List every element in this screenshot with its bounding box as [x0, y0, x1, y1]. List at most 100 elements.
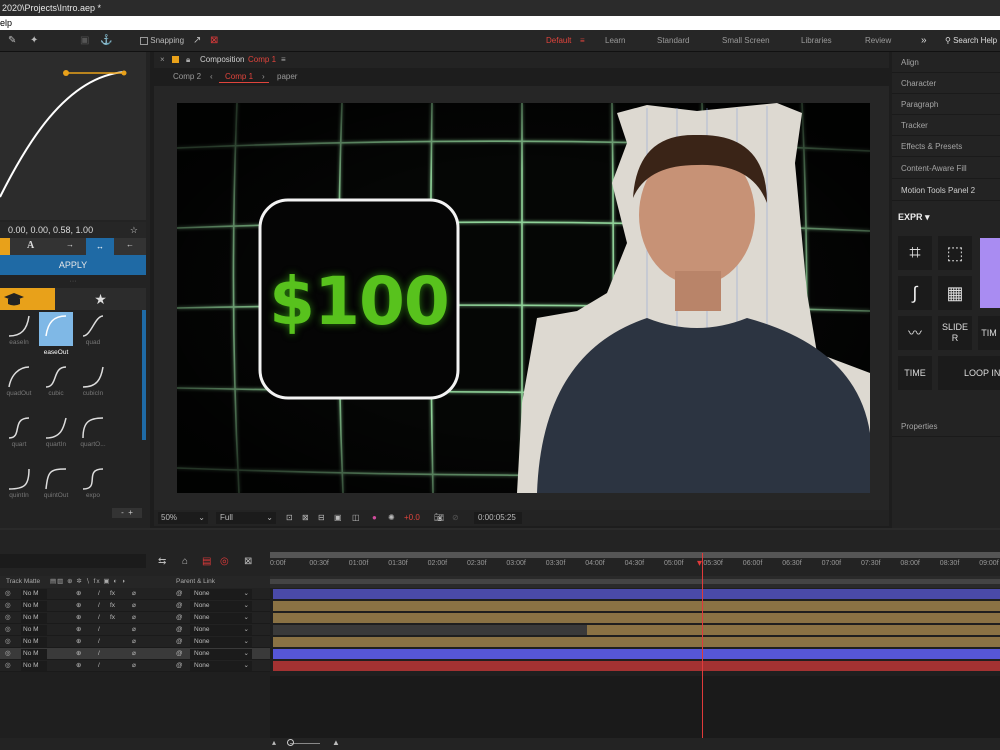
workspace-learn[interactable]: Learn — [605, 30, 625, 52]
zoom-dropdown[interactable]: 50% ⌄ — [158, 512, 208, 524]
brush-tool-icon[interactable]: ⚓ — [100, 34, 112, 48]
composition-canvas[interactable]: $100 — [177, 103, 870, 493]
quality-icon[interactable]: / — [98, 588, 100, 600]
zoom-slider-handle[interactable] — [287, 739, 294, 746]
layer-row[interactable]: ◎ No M ⊕ / ⌀ @ None ⌄ — [0, 648, 270, 660]
breadcrumb-paper[interactable]: paper — [277, 68, 297, 86]
close-icon[interactable]: × — [160, 52, 165, 68]
layer-switch-icon[interactable]: ⊕ — [76, 660, 81, 672]
breadcrumb-comp-2[interactable]: Comp 2 — [173, 68, 201, 86]
wiggle-button[interactable]: 〰 — [898, 316, 932, 350]
timecode-display[interactable]: 0:00:05:25 — [474, 512, 522, 524]
easing-preset-cubic[interactable]: cubic — [39, 363, 73, 411]
apply-button[interactable]: APPLY — [0, 255, 146, 275]
snapping-checkbox[interactable] — [140, 36, 148, 45]
shy-layers-icon[interactable]: ⌂ — [182, 556, 188, 567]
tab-favorites[interactable]: ★ — [55, 288, 146, 310]
snap-grid-icon[interactable]: ⊠ — [210, 34, 218, 48]
motion-blur-icon[interactable]: ◎ — [220, 556, 229, 567]
workspace-small-screen[interactable]: Small Screen — [722, 30, 770, 52]
parent-dropdown[interactable]: None ⌄ — [190, 625, 252, 635]
parent-dropdown[interactable]: None ⌄ — [190, 661, 252, 671]
fx-icon[interactable]: fx — [110, 612, 115, 624]
resolution-dropdown[interactable]: Full ⌄ — [216, 512, 276, 524]
motion-blur-switch-icon[interactable]: ⌀ — [132, 600, 136, 612]
easing-preset-easeout[interactable]: easeOut — [39, 312, 73, 356]
visibility-icon[interactable]: ◎ — [5, 612, 11, 624]
easing-preset-quart[interactable]: quart — [2, 414, 36, 462]
easing-preset-quintout[interactable]: quintOut — [39, 465, 73, 513]
layer-switch-icon[interactable]: ⊕ — [76, 624, 81, 636]
expr-dropdown[interactable]: EXPR ▾ — [898, 212, 930, 223]
search-help[interactable]: ⚲ Search Help — [945, 30, 997, 52]
camera-icon[interactable]: 📷︎ — [434, 510, 444, 526]
layer-duration-bar[interactable] — [587, 625, 1000, 635]
layer-duration-bar[interactable] — [273, 661, 1000, 671]
crop-tool-button[interactable]: ⌗ — [898, 236, 932, 270]
pickwhip-icon[interactable]: @ — [176, 624, 183, 636]
workspace-standard[interactable]: Standard — [657, 30, 689, 52]
parent-dropdown[interactable]: None ⌄ — [190, 649, 252, 659]
exposure-icon[interactable]: ✺ — [388, 510, 395, 526]
motion-blur-switch-icon[interactable]: ⌀ — [132, 624, 136, 636]
panel-tab-align[interactable]: Align — [892, 52, 1000, 73]
layer-duration-bar[interactable] — [273, 601, 1000, 611]
layer-row[interactable]: ◎ No M ⊕ / fx ⌀ @ None ⌄ — [0, 588, 270, 600]
guides-icon[interactable]: ▣ — [334, 510, 342, 526]
orange-swatch[interactable] — [0, 238, 10, 255]
parent-dropdown[interactable]: None ⌄ — [190, 613, 252, 623]
menu-help[interactable]: elp — [0, 18, 12, 28]
fx-icon[interactable]: fx — [110, 600, 115, 612]
easing-preset-easein[interactable]: easeIn — [2, 312, 36, 360]
parent-dropdown[interactable]: None ⌄ — [190, 601, 252, 611]
layer-duration-bar[interactable] — [273, 613, 1000, 623]
fx-icon[interactable]: fx — [110, 588, 115, 600]
layer-duration-bar[interactable] — [273, 637, 1000, 647]
easing-values[interactable]: 0.00, 0.00, 0.58, 1.00 — [8, 225, 93, 235]
panel-divider-handle[interactable]: ··· — [0, 278, 146, 286]
layer-duration-bar[interactable] — [273, 589, 1000, 599]
pickwhip-icon[interactable]: @ — [176, 612, 183, 624]
track-matte-dropdown[interactable]: No M — [21, 637, 47, 647]
layer-switch-icon[interactable]: ⊕ — [76, 612, 81, 624]
pickwhip-icon[interactable]: @ — [176, 636, 183, 648]
workspace-menu-icon[interactable]: ≡ — [580, 30, 585, 52]
arrow-left-icon[interactable]: ← — [126, 240, 134, 249]
visibility-icon[interactable]: ◎ — [5, 600, 11, 612]
easing-curve-editor[interactable] — [0, 52, 146, 220]
easing-preset-quartin[interactable]: quartIn — [39, 414, 73, 462]
track-matte-dropdown[interactable]: No M — [21, 661, 47, 671]
time-short-button[interactable]: TIM — [978, 316, 1000, 350]
snap-icon[interactable]: ↗ — [193, 34, 201, 48]
exposure-value[interactable]: +0.0 — [404, 510, 420, 526]
track-matte-dropdown[interactable]: No M — [21, 613, 47, 623]
arrow-both-icon[interactable]: ↔ — [86, 238, 114, 255]
quality-icon[interactable]: / — [98, 600, 100, 612]
motion-blur-switch-icon[interactable]: ⌀ — [132, 636, 136, 648]
bezier-endpoint[interactable] — [121, 70, 127, 76]
panel-tab-effects-presets[interactable]: Effects & Presets — [892, 136, 1000, 157]
text-icon[interactable]: A — [27, 240, 34, 251]
layer-row[interactable]: ◎ No M ⊕ / ⌀ @ None ⌄ — [0, 660, 270, 672]
easing-preset-cubicin[interactable]: cubicIn — [76, 363, 110, 411]
layer-duration-bar[interactable] — [273, 649, 1000, 659]
composition-name[interactable]: Comp 1 — [248, 52, 276, 68]
layer-row[interactable]: ◎ No M ⊕ / fx ⌀ @ None ⌄ — [0, 612, 270, 624]
curve-tool-button[interactable]: ∫ — [898, 276, 932, 310]
workspace-libraries[interactable]: Libraries — [801, 30, 832, 52]
visibility-icon[interactable]: ◎ — [5, 648, 11, 660]
frame-blending-icon[interactable]: ▤ — [202, 556, 211, 567]
easing-preset-quad[interactable]: quad — [76, 312, 110, 360]
easing-preset-quintin[interactable]: quintIn — [2, 465, 36, 513]
arrow-right-icon[interactable]: → — [66, 240, 74, 249]
panel-tab-character[interactable]: Character — [892, 73, 1000, 94]
presets-scrollbar[interactable] — [142, 310, 146, 440]
track-matte-dropdown[interactable]: No M — [21, 589, 47, 599]
zoom-stepper[interactable]: - + — [112, 508, 142, 518]
layer-row[interactable]: ◎ No M ⊕ / ⌀ @ None ⌄ — [0, 624, 270, 636]
track-matte-dropdown[interactable]: No M — [21, 625, 47, 635]
parent-dropdown[interactable]: None ⌄ — [190, 637, 252, 647]
work-area-bar[interactable] — [270, 552, 1000, 558]
easing-preset-quarto-[interactable]: quartO... — [76, 414, 110, 462]
visibility-icon[interactable]: ◎ — [5, 624, 11, 636]
